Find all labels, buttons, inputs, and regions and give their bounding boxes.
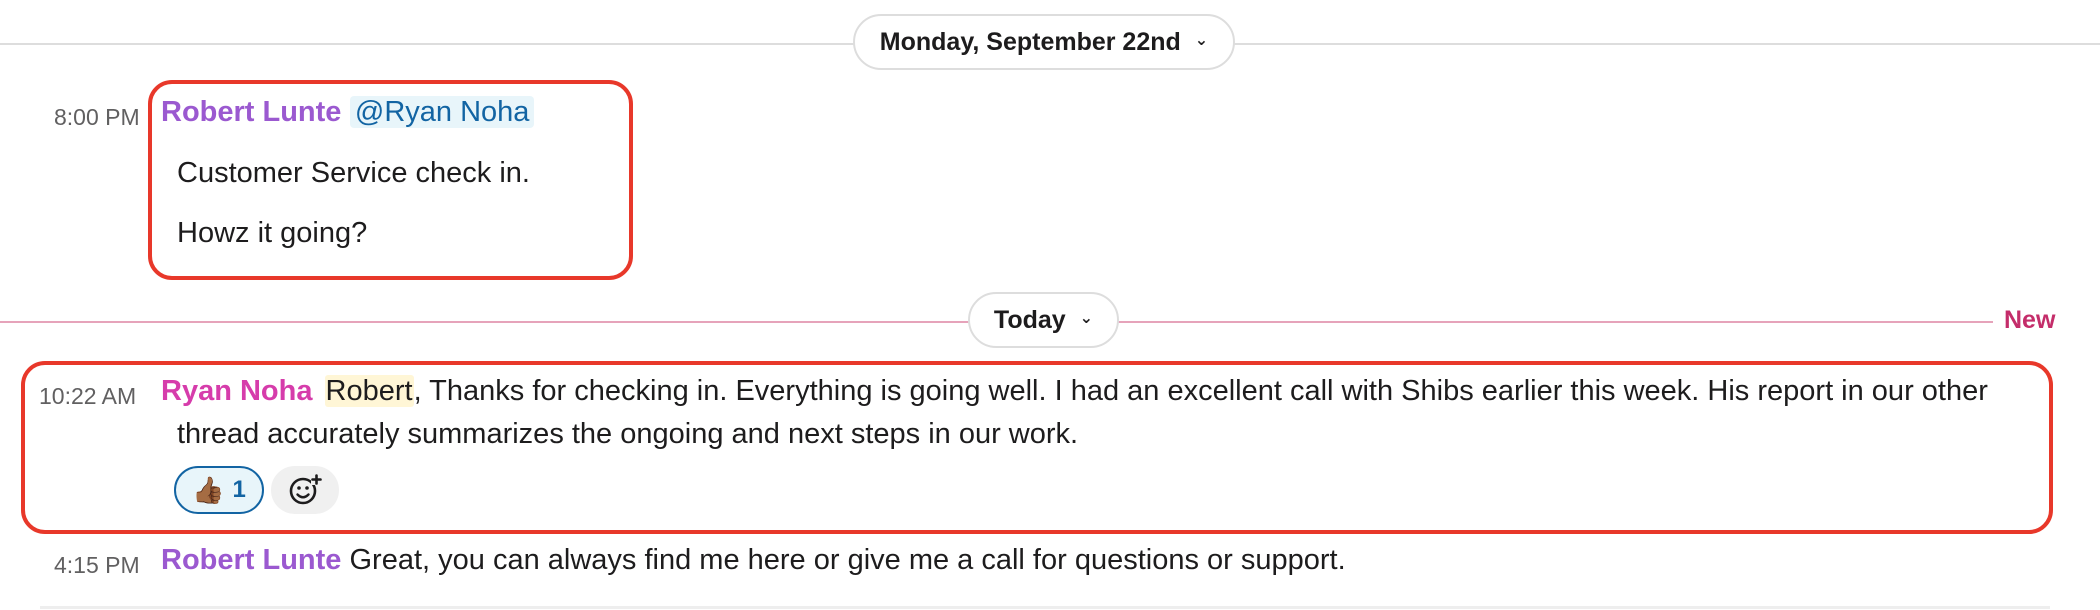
today-divider-button[interactable]: Today ⌄ bbox=[968, 292, 1119, 348]
message-line: Robert Lunte Great, you can always find … bbox=[161, 544, 1346, 577]
thumbs-up-icon: 👍🏾 bbox=[192, 475, 225, 505]
message-text: Great, you can always find me here or gi… bbox=[349, 544, 1346, 576]
add-reaction-button[interactable] bbox=[271, 466, 339, 514]
message-timestamp[interactable]: 10:22 AM bbox=[39, 383, 136, 410]
author-name[interactable]: Robert Lunte bbox=[161, 96, 341, 128]
chevron-down-icon: ⌄ bbox=[1079, 310, 1094, 327]
add-reaction-icon bbox=[289, 474, 322, 505]
self-mention[interactable]: Robert bbox=[324, 375, 414, 407]
today-divider-label: Today bbox=[993, 305, 1066, 334]
reaction-count: 1 bbox=[232, 476, 246, 503]
chevron-down-icon: ⌄ bbox=[1194, 32, 1209, 49]
reaction-thumbs-up[interactable]: 👍🏾 1 bbox=[174, 466, 264, 514]
message-line: Howz it going? bbox=[177, 217, 368, 249]
user-mention[interactable]: @Ryan Noha bbox=[349, 96, 535, 128]
new-messages-label: New bbox=[2004, 306, 2056, 334]
message-header: Robert Lunte @Ryan Noha bbox=[161, 96, 535, 129]
message-line: Ryan Noha Robert, Thanks for checking in… bbox=[161, 375, 1988, 408]
bottom-divider bbox=[40, 606, 2050, 609]
message-text: , Thanks for checking in. Everything is … bbox=[413, 375, 1988, 407]
message-timestamp[interactable]: 4:15 PM bbox=[54, 552, 140, 579]
message-timestamp[interactable]: 8:00 PM bbox=[54, 104, 140, 131]
date-divider-button[interactable]: Monday, September 22nd ⌄ bbox=[853, 14, 1235, 70]
author-name[interactable]: Ryan Noha bbox=[161, 375, 312, 407]
date-divider-label: Monday, September 22nd bbox=[879, 27, 1181, 56]
message-line: thread accurately summarizes the ongoing… bbox=[177, 418, 1079, 450]
message-line: Customer Service check in. bbox=[177, 157, 530, 189]
author-name[interactable]: Robert Lunte bbox=[161, 544, 341, 576]
